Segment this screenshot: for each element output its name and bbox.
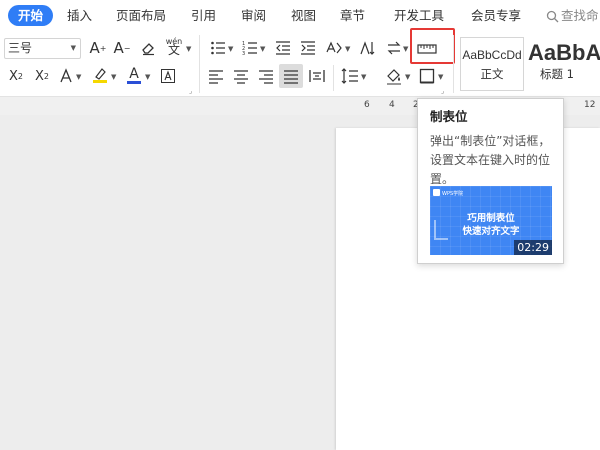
divider bbox=[199, 35, 200, 93]
style-heading-1-sample: AaBbA bbox=[528, 40, 600, 65]
tab-page-layout[interactable]: 页面布局 bbox=[116, 5, 166, 26]
font-color-icon[interactable]: A bbox=[124, 65, 144, 85]
align-right-icon[interactable] bbox=[256, 66, 276, 86]
font-dialog-launcher-icon[interactable]: ⌟ bbox=[189, 87, 192, 95]
menu-bar: 开始 插入 页面布局 引用 审阅 视图 章节 开发工具 会员专享 查找命 bbox=[0, 0, 600, 31]
chinese-layout-icon[interactable] bbox=[324, 38, 344, 58]
thumbnail-brand-text: WPS学院 bbox=[442, 191, 464, 197]
border-icon[interactable] bbox=[417, 66, 437, 86]
search-label: 查找命 bbox=[561, 8, 599, 23]
wps-logo-icon bbox=[433, 189, 440, 196]
style-heading-1[interactable]: AaBbA 标题 1 bbox=[528, 37, 600, 91]
search-command[interactable]: 查找命 bbox=[546, 5, 599, 26]
tooltip-description: 弹出“制表位”对话框，设置文本在键入时的位置。 bbox=[430, 134, 551, 186]
divider bbox=[333, 65, 334, 91]
chevron-down-icon[interactable]: ▼ bbox=[111, 73, 116, 81]
svg-text:3: 3 bbox=[242, 51, 245, 56]
ruler-number: 12 bbox=[584, 100, 596, 110]
eraser-icon[interactable] bbox=[138, 38, 158, 58]
font-size-select[interactable]: 三号 ▼ bbox=[4, 38, 81, 59]
tab-references[interactable]: 引用 bbox=[191, 5, 216, 26]
thumbnail-subtitle: 快速对齐文字 bbox=[462, 226, 520, 237]
paragraph-dialog-launcher-icon[interactable]: ⌟ bbox=[441, 87, 444, 95]
tab-developer[interactable]: 开发工具 bbox=[394, 5, 444, 26]
chevron-down-icon[interactable]: ▼ bbox=[361, 73, 366, 81]
style-normal[interactable]: AaBbCcDd 正文 bbox=[460, 37, 524, 91]
tab-review[interactable]: 审阅 bbox=[241, 5, 266, 26]
chevron-down-icon[interactable]: ▼ bbox=[260, 45, 265, 53]
chevron-down-icon[interactable]: ▼ bbox=[345, 45, 350, 53]
align-left-icon[interactable] bbox=[206, 66, 226, 86]
tab-home[interactable]: 开始 bbox=[8, 5, 54, 26]
distributed-align-icon[interactable] bbox=[307, 66, 327, 86]
video-duration: 02:29 bbox=[514, 240, 552, 255]
tab-stops-highlight bbox=[410, 28, 455, 64]
style-heading-1-name: 标题 1 bbox=[540, 67, 574, 81]
style-normal-name: 正文 bbox=[480, 67, 504, 81]
chevron-down-icon[interactable]: ▼ bbox=[76, 73, 81, 81]
tooltip-title: 制表位 bbox=[430, 109, 468, 124]
highlighter-icon[interactable] bbox=[90, 65, 110, 85]
shading-icon[interactable] bbox=[384, 66, 404, 86]
chevron-down-icon[interactable]: ▼ bbox=[145, 73, 150, 81]
ruler-number: 6 bbox=[364, 100, 370, 110]
tab-view[interactable]: 视图 bbox=[291, 5, 316, 26]
divider bbox=[453, 35, 454, 93]
ribbon: 三号 ▼ A + A − wén 文 ▼ X2 X2 ▼ ▼ A ▼ ⌟ ▼ 123 … bbox=[0, 28, 600, 97]
tab-insert[interactable]: 插入 bbox=[67, 5, 92, 26]
sort-icon[interactable] bbox=[384, 38, 404, 58]
style-normal-sample: AaBbCcDd bbox=[462, 48, 522, 62]
justify-icon[interactable] bbox=[279, 64, 303, 88]
ruler-number: 4 bbox=[389, 100, 395, 110]
decrease-indent-icon[interactable] bbox=[273, 38, 293, 58]
numbered-list-icon[interactable]: 123 bbox=[240, 38, 260, 58]
superscript-icon[interactable]: X2 bbox=[6, 66, 26, 86]
chevron-down-icon[interactable]: ▼ bbox=[403, 45, 408, 53]
line-spacing-icon[interactable] bbox=[340, 66, 360, 86]
tab-stops-tooltip: 制表位 弹出“制表位”对话框，设置文本在键入时的位置。 WPS学院 巧用制表位 … bbox=[417, 98, 564, 264]
text-effect-icon[interactable] bbox=[56, 66, 76, 86]
chevron-down-icon[interactable]: ▼ bbox=[405, 73, 410, 81]
font-size-value: 三号 bbox=[8, 41, 33, 55]
chevron-down-icon[interactable]: ▼ bbox=[228, 45, 233, 53]
bullet-list-icon[interactable] bbox=[208, 38, 228, 58]
char-border-icon[interactable] bbox=[158, 66, 178, 86]
increase-indent-icon[interactable] bbox=[298, 38, 318, 58]
grow-font-icon[interactable]: A + bbox=[88, 38, 108, 58]
search-icon bbox=[546, 10, 559, 23]
tab-chapter[interactable]: 章节 bbox=[340, 5, 365, 26]
thumbnail-brand: WPS学院 bbox=[433, 189, 463, 197]
tab-member[interactable]: 会员专享 bbox=[471, 5, 521, 26]
align-center-icon[interactable] bbox=[231, 66, 251, 86]
chevron-down-icon: ▼ bbox=[70, 44, 76, 52]
thumbnail-title: 巧用制表位 bbox=[467, 213, 515, 224]
chevron-down-icon[interactable]: ▼ bbox=[186, 45, 191, 53]
tutorial-video-thumbnail[interactable]: WPS学院 巧用制表位 快速对齐文字 02:29 bbox=[430, 186, 552, 255]
text-direction-icon[interactable] bbox=[357, 38, 377, 58]
chevron-down-icon[interactable]: ▼ bbox=[438, 73, 443, 81]
shrink-font-icon[interactable]: A − bbox=[112, 38, 132, 58]
subscript-icon[interactable]: X2 bbox=[32, 66, 52, 86]
pinyin-guide-icon[interactable]: wén 文 bbox=[164, 36, 184, 56]
